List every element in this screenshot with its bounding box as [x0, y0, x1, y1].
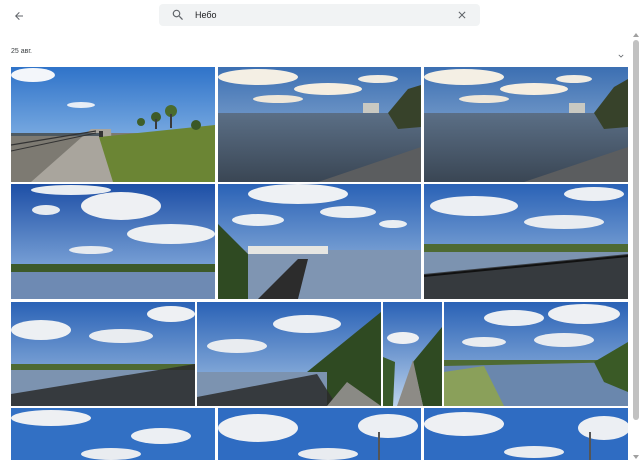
photo-thumbnail[interactable]: [11, 302, 195, 406]
top-bar: [0, 0, 640, 32]
search-input[interactable]: [195, 6, 435, 24]
close-icon[interactable]: [456, 9, 468, 21]
section-collapse-button[interactable]: [616, 48, 628, 58]
photo-thumbnail[interactable]: [197, 302, 381, 406]
photo-thumbnail[interactable]: [218, 67, 421, 182]
back-button[interactable]: [10, 7, 28, 25]
photo-thumbnail[interactable]: [424, 67, 628, 182]
scrollbar-thumb[interactable]: [633, 40, 639, 420]
scroll-down-arrow-icon[interactable]: [633, 454, 639, 460]
search-icon: [172, 9, 183, 20]
search-box[interactable]: [159, 4, 480, 26]
date-header: 25 авг.: [11, 48, 32, 55]
photo-thumbnail[interactable]: [11, 67, 215, 182]
chevron-down-icon: [618, 54, 624, 58]
scroll-up-arrow-icon[interactable]: [633, 32, 639, 38]
photo-thumbnail[interactable]: [218, 184, 421, 299]
photo-thumbnail[interactable]: [424, 184, 628, 299]
photo-thumbnail[interactable]: [383, 302, 442, 406]
photo-thumbnail[interactable]: [444, 302, 628, 406]
scrollbar[interactable]: [632, 32, 640, 460]
photo-thumbnail[interactable]: [11, 184, 215, 299]
photo-thumbnail[interactable]: [424, 408, 628, 460]
arrow-back-icon: [15, 12, 23, 20]
photo-thumbnail[interactable]: [11, 408, 215, 460]
photo-thumbnail[interactable]: [218, 408, 421, 460]
